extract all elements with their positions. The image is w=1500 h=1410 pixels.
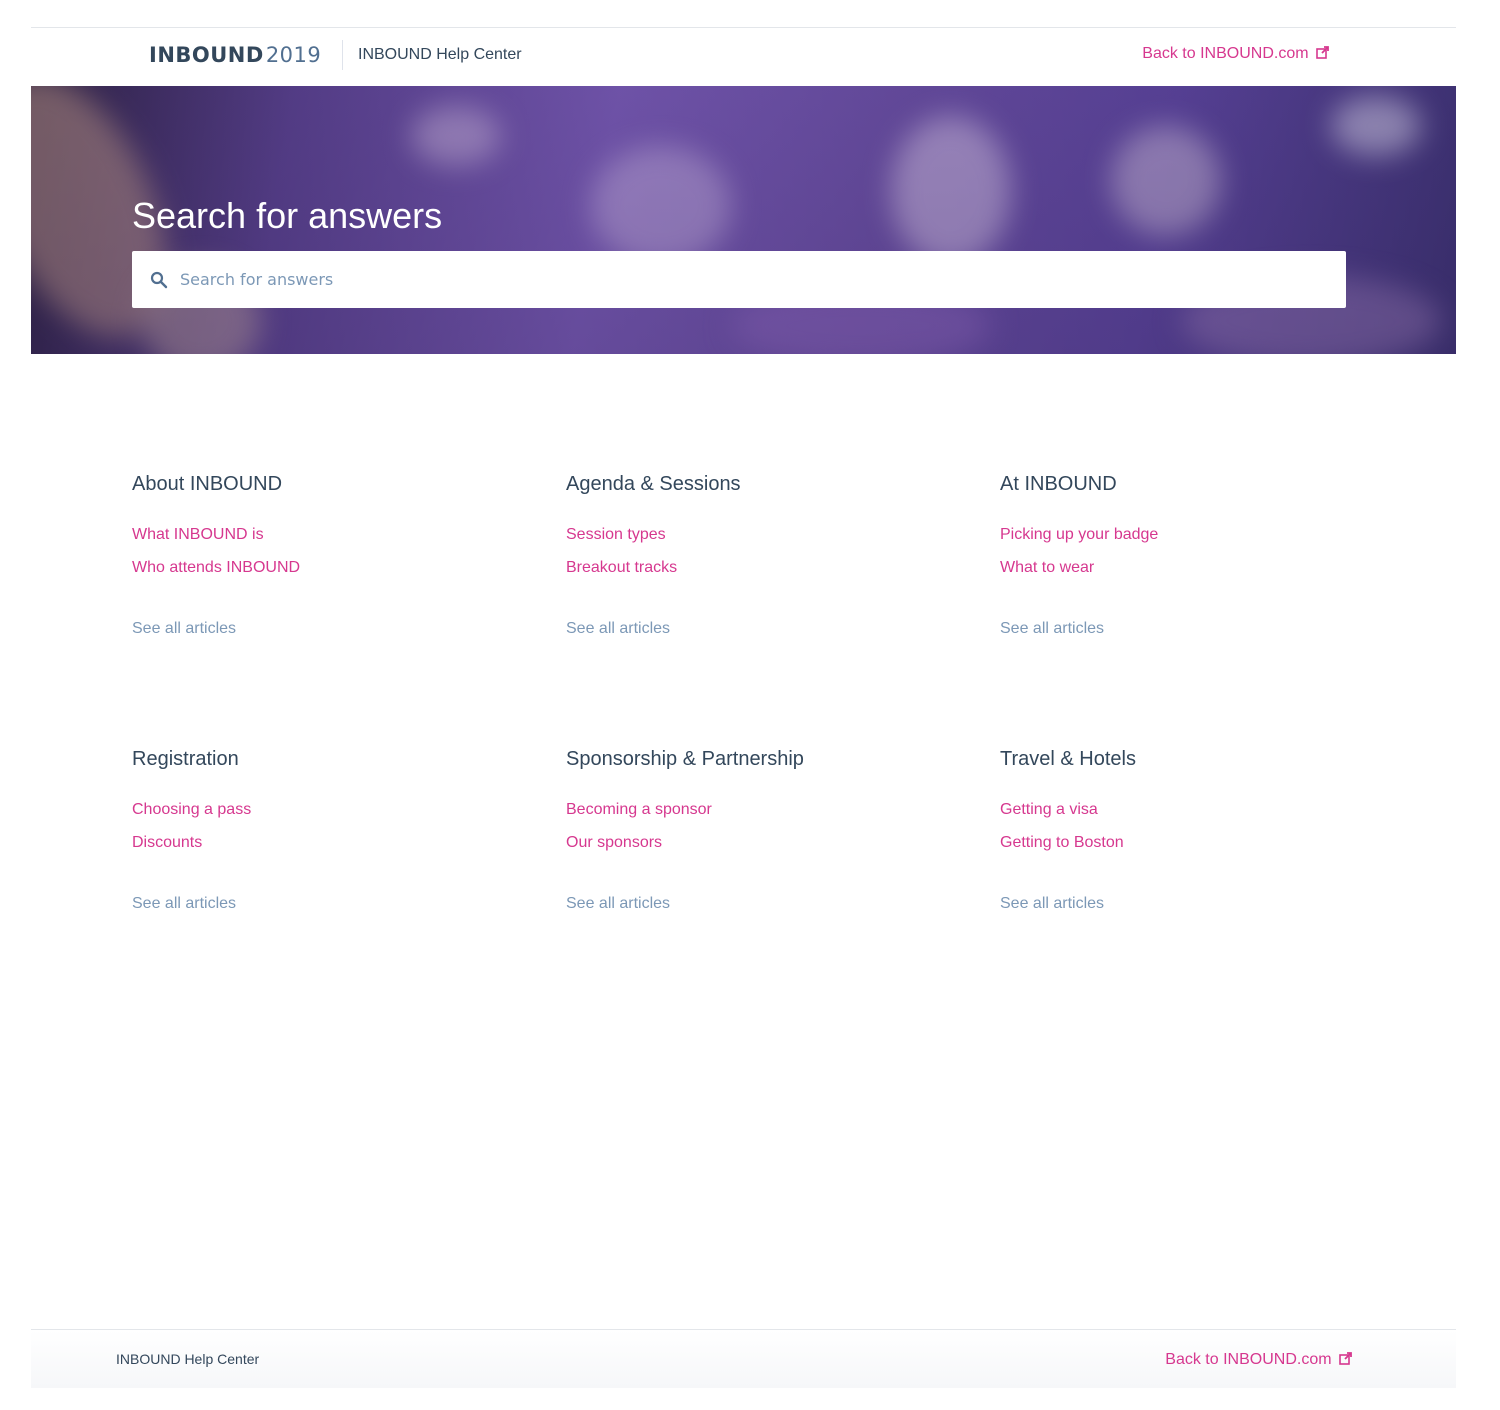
inbound-logo[interactable]: INBOUND2019: [149, 43, 321, 67]
see-all-articles-link[interactable]: See all articles: [566, 620, 670, 638]
page-footer: INBOUND Help Center Back to INBOUND.com: [31, 1329, 1456, 1388]
see-all-articles-link[interactable]: See all articles: [1000, 620, 1104, 638]
category-title[interactable]: At INBOUND: [1000, 473, 1117, 496]
article-link[interactable]: Getting to Boston: [1000, 834, 1124, 852]
see-all-articles-link[interactable]: See all articles: [1000, 895, 1104, 913]
category-title[interactable]: Agenda & Sessions: [566, 473, 741, 496]
see-all-articles-link[interactable]: See all articles: [132, 620, 236, 638]
external-link-icon: [1316, 46, 1329, 59]
category-title[interactable]: Sponsorship & Partnership: [566, 748, 804, 771]
article-link[interactable]: Choosing a pass: [132, 801, 251, 819]
article-link[interactable]: Our sponsors: [566, 834, 662, 852]
header-divider: [342, 40, 343, 70]
article-link[interactable]: What INBOUND is: [132, 526, 264, 544]
header-back-link[interactable]: Back to INBOUND.com: [1142, 45, 1329, 63]
category-title[interactable]: Travel & Hotels: [1000, 748, 1136, 771]
article-link[interactable]: Discounts: [132, 834, 202, 852]
logo-year: 2019: [265, 43, 322, 67]
footer-site-title[interactable]: INBOUND Help Center: [116, 1351, 259, 1367]
footer-back-link[interactable]: Back to INBOUND.com: [1165, 1351, 1352, 1369]
article-link[interactable]: Breakout tracks: [566, 559, 677, 577]
article-link[interactable]: Becoming a sponsor: [566, 801, 712, 819]
article-link[interactable]: Who attends INBOUND: [132, 559, 300, 577]
search-icon: [150, 271, 168, 289]
page-frame: INBOUND2019 INBOUND Help Center Back to …: [31, 27, 1456, 1388]
top-header: INBOUND2019 INBOUND Help Center Back to …: [31, 28, 1456, 86]
hero-banner: Search for answers: [31, 86, 1456, 354]
category-title[interactable]: About INBOUND: [132, 473, 282, 496]
article-link[interactable]: Getting a visa: [1000, 801, 1098, 819]
article-link[interactable]: Session types: [566, 526, 666, 544]
see-all-articles-link[interactable]: See all articles: [132, 895, 236, 913]
header-site-title[interactable]: INBOUND Help Center: [358, 46, 522, 64]
article-link[interactable]: Picking up your badge: [1000, 526, 1158, 544]
see-all-articles-link[interactable]: See all articles: [566, 895, 670, 913]
external-link-icon: [1339, 1352, 1352, 1365]
logo-brand: INBOUND: [149, 43, 264, 67]
header-back-link-label: Back to INBOUND.com: [1142, 45, 1309, 62]
footer-back-link-label: Back to INBOUND.com: [1165, 1351, 1332, 1368]
search-box[interactable]: [132, 251, 1346, 308]
search-input[interactable]: [180, 251, 1330, 308]
article-link[interactable]: What to wear: [1000, 559, 1094, 577]
category-title[interactable]: Registration: [132, 748, 239, 771]
hero-title: Search for answers: [132, 195, 443, 236]
